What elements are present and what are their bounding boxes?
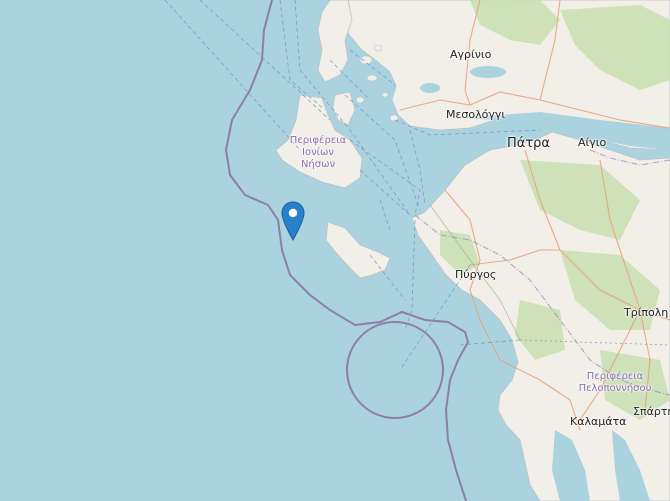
label-tripoli: Τρίπολη	[624, 306, 669, 319]
label-aigio: Αίγιο	[578, 136, 607, 149]
map-pin-icon[interactable]	[281, 201, 305, 241]
label-peloponnese-region: Περιφέρεια Πελοποννήσου	[578, 371, 652, 394]
label-ionian-islands-region: Περιφέρεια Ιονίων Νήσων	[289, 135, 347, 170]
label-patra: Πάτρα	[507, 136, 550, 151]
label-agrinio: Αγρίνιο	[450, 48, 492, 61]
label-pyrgos: Πύργος	[455, 268, 497, 281]
label-mesolongi: Μεσολόγγι	[446, 108, 506, 121]
map-view[interactable]: Αγρίνιο Μεσολόγγι Πάτρα Αίγιο Πύργος Τρί…	[0, 0, 670, 501]
label-kalamata: Καλαμάτα	[570, 415, 627, 428]
label-sparti: Σπάρτη	[633, 405, 670, 418]
